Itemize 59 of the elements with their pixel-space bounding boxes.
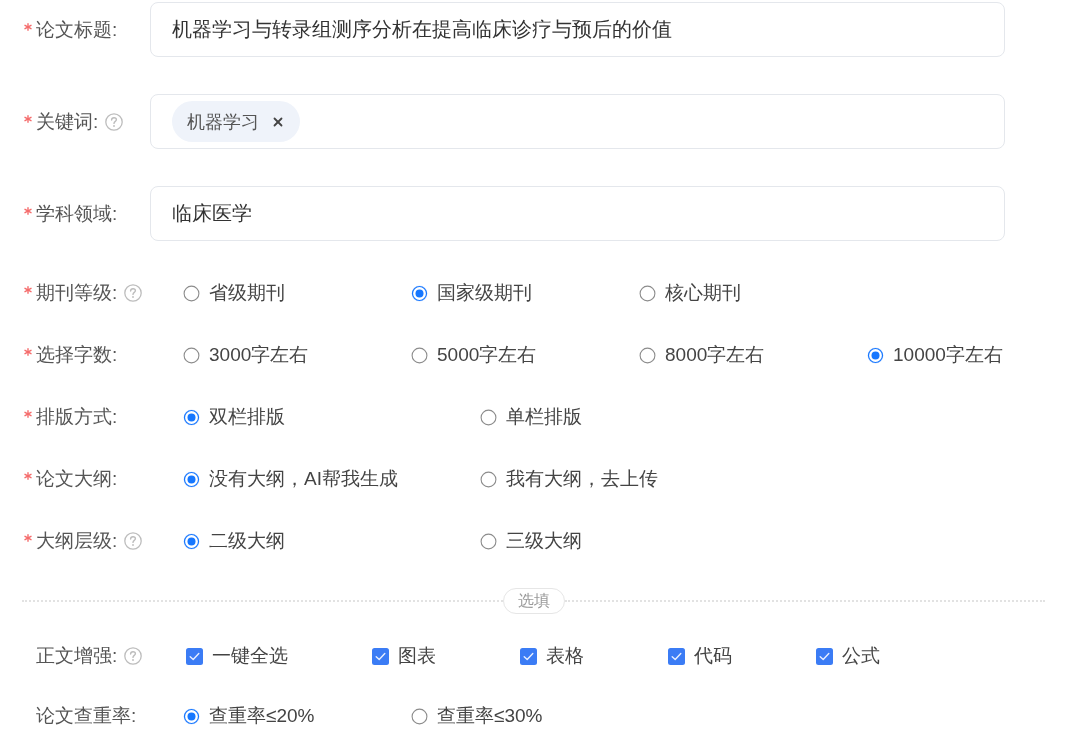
radio-button[interactable] <box>411 707 428 725</box>
radio-label[interactable]: 我有大纲，去上传 <box>506 466 658 492</box>
radio-button[interactable] <box>411 346 428 364</box>
radio-button[interactable] <box>183 408 200 426</box>
tag-input-field[interactable]: 机器学习 <box>150 94 1005 149</box>
radio-button[interactable] <box>183 284 200 302</box>
field-label: 论文标题: <box>36 17 118 42</box>
radio-label[interactable]: 省级期刊 <box>209 280 285 306</box>
checkbox-label[interactable]: 表格 <box>546 643 584 669</box>
help-icon[interactable] <box>124 532 143 550</box>
field-label: 论文查重率: <box>36 704 137 728</box>
tag-text: 机器学习 <box>187 110 259 134</box>
checkbox-label[interactable]: 代码 <box>694 643 732 669</box>
radio-button[interactable] <box>183 470 200 488</box>
field-label: 期刊等级: <box>36 281 118 305</box>
radio-button[interactable] <box>639 284 656 302</box>
radio-label[interactable]: 查重率≤20% <box>209 703 315 729</box>
help-icon[interactable] <box>105 112 124 131</box>
checkbox-label[interactable]: 图表 <box>398 643 436 669</box>
radio-label[interactable]: 没有大纲，AI帮我生成 <box>209 466 398 492</box>
radio-label[interactable]: 三级大纲 <box>506 528 582 554</box>
radio-label[interactable]: 10000字左右 <box>893 342 1003 368</box>
checkbox[interactable] <box>668 647 685 665</box>
radio-button[interactable] <box>183 707 200 725</box>
checkbox[interactable] <box>816 647 833 665</box>
radio-button[interactable] <box>480 470 497 488</box>
radio-button[interactable] <box>480 408 497 426</box>
radio-button[interactable] <box>183 346 200 364</box>
radio-button[interactable] <box>639 346 656 364</box>
radio-button[interactable] <box>411 284 428 302</box>
text-input-field[interactable]: 临床医学 <box>150 186 1005 241</box>
radio-label[interactable]: 核心期刊 <box>665 280 741 306</box>
help-icon[interactable] <box>124 284 143 302</box>
radio-label[interactable]: 单栏排版 <box>506 404 582 430</box>
field-label: 选择字数: <box>36 343 118 367</box>
checkbox[interactable] <box>186 647 203 665</box>
help-icon[interactable] <box>124 647 143 665</box>
text-input-field[interactable]: 机器学习与转录组测序分析在提高临床诊疗与预后的价值 <box>150 2 1005 57</box>
checkbox[interactable] <box>520 647 537 665</box>
radio-button[interactable] <box>480 532 497 550</box>
radio-label[interactable]: 国家级期刊 <box>437 280 532 306</box>
radio-label[interactable]: 8000字左右 <box>665 342 765 368</box>
close-icon[interactable] <box>273 116 283 127</box>
field-label: 大纲层级: <box>36 529 118 553</box>
field-label: 排版方式: <box>36 405 118 429</box>
radio-label[interactable]: 双栏排版 <box>209 404 285 430</box>
radio-button[interactable] <box>183 532 200 550</box>
field-label: 学科领域: <box>36 201 118 226</box>
checkbox-label[interactable]: 一键全选 <box>212 643 288 669</box>
checkbox-label[interactable]: 公式 <box>842 643 880 669</box>
field-label: 关键词: <box>36 109 99 134</box>
radio-label[interactable]: 二级大纲 <box>209 528 285 554</box>
radio-button[interactable] <box>867 346 884 364</box>
field-label: 正文增强: <box>36 644 118 668</box>
field-label: 论文大纲: <box>36 467 118 491</box>
checkbox[interactable] <box>372 647 389 665</box>
radio-label[interactable]: 3000字左右 <box>209 342 309 368</box>
radio-label[interactable]: 查重率≤30% <box>437 703 543 729</box>
radio-label[interactable]: 5000字左右 <box>437 342 537 368</box>
